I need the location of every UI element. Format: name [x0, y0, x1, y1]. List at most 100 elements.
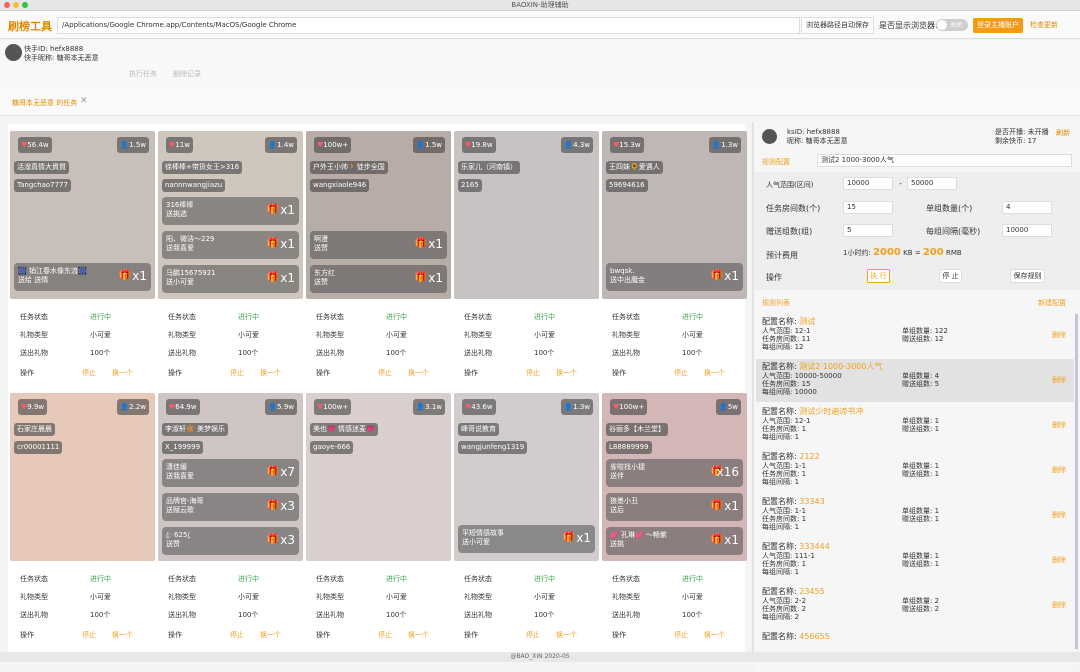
status-label: 任务状态 [612, 575, 640, 583]
rule-room-line: 任务房间数: 1 [762, 515, 806, 523]
rule-left-fields: 人气范围: 12-1 任务房间数: 1 每组间隔: 1 [762, 417, 810, 441]
stop-link[interactable]: 停止 [674, 626, 688, 644]
room-count-input[interactable]: 15 [843, 201, 893, 214]
live-room-card[interactable]: ♥15.3w 👤1.3w 王四妹🌻爱遇人 59694616 bwqsk. 送中出魔金 🎁… [602, 124, 747, 380]
live-room-card[interactable]: ♥100w+ 👤3.1w 美也💗 情感迷麦💗 gaoye-666 任务状态 进行中 礼物… [306, 386, 451, 642]
delete-rule-button[interactable]: 删除 [1052, 601, 1066, 609]
switch-link[interactable]: 换一个 [260, 364, 281, 382]
viewers-count: 1.3w [573, 403, 590, 411]
rule-group: 1 [934, 470, 940, 478]
switch-link[interactable]: 换一个 [260, 626, 281, 644]
stop-link[interactable]: 停止 [82, 364, 96, 382]
stop-link[interactable]: 停止 [674, 364, 688, 382]
login-anchor-button[interactable]: 登录主播账户 [973, 18, 1023, 33]
switch-link[interactable]: 换一个 [704, 364, 725, 382]
rule-item[interactable]: 配置名称: 33343 人气范围: 1-1 任务房间数: 1 每组间隔: 1 单… [756, 494, 1074, 537]
switch-link[interactable]: 换一个 [408, 626, 429, 644]
interval-input[interactable]: 10000 [1002, 224, 1052, 237]
live-room-card[interactable]: ♥100w+ 👤5w 谷丽多【木兰堂】 L88889999 雀啦找小捷 送伴 🎁 x16… [602, 386, 747, 642]
remaining-coins: 剩余快币: 17 [995, 137, 1037, 145]
stop-link[interactable]: 停止 [526, 626, 540, 644]
stop-link[interactable]: 停止 [230, 626, 244, 644]
save-rule-button[interactable]: 保存规则 [1010, 269, 1045, 283]
stop-link[interactable]: 停止 [230, 364, 244, 382]
delete-rule-button[interactable]: 删除 [1052, 421, 1066, 429]
show-browser-toggle[interactable]: 关闭 [936, 19, 968, 31]
gift-icon: 🎁 [710, 534, 723, 545]
nav-delete-records[interactable]: 删除记录 [173, 69, 201, 79]
delete-rule-button[interactable]: 删除 [1052, 466, 1066, 474]
group-count-input[interactable]: 5 [843, 224, 893, 237]
switch-link[interactable]: 换一个 [112, 626, 133, 644]
rule-name: 测试少时遍谛书冲 [799, 407, 864, 416]
close-dot-icon[interactable] [4, 2, 10, 8]
rule-item[interactable]: 配置名称: 456655 [756, 629, 1074, 672]
single-count-input[interactable]: 4 [1002, 201, 1052, 214]
delete-rule-button[interactable]: 删除 [1052, 511, 1066, 519]
switch-link[interactable]: 换一个 [408, 364, 429, 382]
refresh-link[interactable]: 刷新 [1056, 128, 1070, 138]
rule-name: 456655 [799, 632, 830, 641]
live-room-card[interactable]: ♥9.9w 👤2.2w 石家庄晨晨 cr00001111 任务状态 进行中 礼物类型 小可… [10, 386, 155, 642]
rule-pop-label: 人气范围: [762, 597, 793, 605]
stop-button[interactable]: 停 止 [939, 269, 962, 283]
cost-rmb-unit: RMB [945, 249, 962, 257]
rule-item[interactable]: 配置名称: 测试 人气范围: 12-1 任务房间数: 11 每组间隔: 12 单… [756, 314, 1074, 357]
user-id: 快手ID: hefx8888 [24, 45, 84, 53]
live-room-card[interactable]: ♥11w 👤1.4w 徐棒棒+带货女王>316 nannnwangjiazu 316棒… [158, 124, 303, 380]
op-label: 操作 [168, 631, 182, 639]
delete-rule-button[interactable]: 删除 [1052, 556, 1066, 564]
rule-item[interactable]: 配置名称: 2122 人气范围: 1-1 任务房间数: 1 每组间隔: 1 单组… [756, 449, 1074, 492]
gift-action: 送赞 [166, 540, 180, 548]
switch-link[interactable]: 换一个 [112, 364, 133, 382]
rule-list-scrollbar[interactable] [1075, 314, 1078, 649]
rule-item[interactable]: 配置名称: 23455 人气范围: 2-2 任务房间数: 2 每组间隔: 2 单… [756, 584, 1074, 627]
live-room-card[interactable]: ♥19.8w 👤4.3w 乐家儿（河南镇） 2165 任务状态 进行中 礼物类型 小可爱 … [454, 124, 599, 380]
op-row: 操作 停止 换一个 [454, 626, 599, 644]
live-room-card[interactable]: ♥64.9w 👤5.9w 李淑轩🔆 美梦娱乐 X_199999 潇佳缓 送我喜爱 🎁 x… [158, 386, 303, 642]
pop-min-input[interactable]: 10000 [843, 177, 893, 190]
rule-config-input[interactable]: 测试2 1000-3000人气 [817, 154, 1072, 167]
rule-interval: 1 [794, 523, 800, 531]
live-room-card[interactable]: ♥56.4w 👤1.5w 活潑真情大資質 Tangchao7777 🎆 销江春水像东流… [10, 124, 155, 380]
run-button[interactable]: 执 行 [867, 269, 890, 283]
delete-rule-button[interactable]: 删除 [1052, 376, 1066, 384]
rule-item[interactable]: 配置名称: 测试少时遍谛书冲 人气范围: 12-1 任务房间数: 1 每组间隔:… [756, 404, 1074, 447]
gift-action: 送赞 [314, 244, 328, 252]
close-icon[interactable]: ✕ [80, 96, 88, 106]
gift-type-value: 小可爱 [534, 593, 555, 601]
nav-run-task[interactable]: 执行任务 [129, 69, 157, 79]
rule-item[interactable]: 配置名称: 333444 人气范围: 111-1 任务房间数: 1 每组间隔: … [756, 539, 1074, 582]
gift-type-value: 小可爱 [386, 593, 407, 601]
gift-icon: 🎁 [562, 532, 575, 543]
switch-link[interactable]: 换一个 [556, 364, 577, 382]
gift-message: 东方红 送赞 🎁 x1 [310, 265, 447, 293]
new-config-link[interactable]: 新建配置 [1038, 298, 1066, 308]
tab-task[interactable]: 糖哥本无恶意 的任务 [12, 98, 77, 108]
check-update-link[interactable]: 检查更新 [1030, 20, 1058, 30]
minimize-dot-icon[interactable] [13, 2, 19, 8]
chrome-path-input[interactable]: /Applications/Google Chrome.app/Contents… [57, 17, 800, 34]
rule-pop-label: 人气范围: [762, 507, 793, 515]
gift-sender: 雀啦找小捷 送伴 [610, 463, 645, 481]
delete-rule-button[interactable]: 删除 [1052, 331, 1066, 339]
zoom-dot-icon[interactable] [22, 2, 28, 8]
live-room-card[interactable]: ♥43.6w 👤1.3w 峰哥说教育 wangjunfeng1319 平短情感故事 送小… [454, 386, 599, 642]
switch-link[interactable]: 换一个 [556, 626, 577, 644]
pop-max-input[interactable]: 50000 [907, 177, 957, 190]
account-info: ksID: hefx8888 昵称: 糖哥本无恶意 是否开播: 未开播 剩余快币… [754, 127, 1074, 151]
window-controls[interactable] [4, 2, 28, 8]
rule-item[interactable]: 配置名称: 测试2 1000-3000人气 人气范围: 10000-50000 … [756, 359, 1074, 402]
likes-count: 100w+ [323, 403, 349, 411]
stop-link[interactable]: 停止 [378, 364, 392, 382]
rule-pop-line: 人气范围: 12-1 [762, 417, 810, 425]
gift-type-label: 礼物类型 [316, 593, 344, 601]
status-row: 任务状态 进行中 [306, 308, 451, 326]
live-room-card[interactable]: ♥100w+ 👤1.5w 户外王小帅🚶徒步全国 wangxiaole946 啊漫 送赞 … [306, 124, 451, 380]
switch-link[interactable]: 换一个 [704, 626, 725, 644]
autosave-path-button[interactable]: 浏览器路径自动保存 [801, 17, 874, 34]
stop-link[interactable]: 停止 [82, 626, 96, 644]
stop-link[interactable]: 停止 [378, 626, 392, 644]
stop-link[interactable]: 停止 [526, 364, 540, 382]
gift-message: 平短情感故事 送小可爱 🎁 x1 [458, 525, 595, 553]
